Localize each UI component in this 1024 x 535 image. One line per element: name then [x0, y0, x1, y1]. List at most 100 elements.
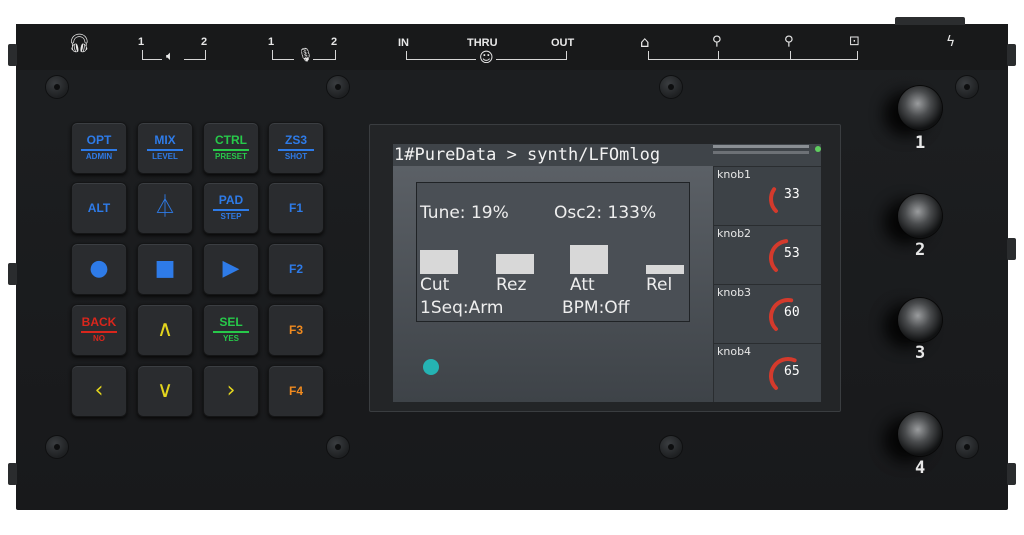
encoder-label-4: 4 — [915, 458, 926, 478]
f3-key[interactable]: F3 — [268, 304, 324, 356]
key-sublabel: ADMIN — [85, 152, 113, 161]
power-connector — [895, 17, 965, 25]
encoder-knob-3[interactable] — [880, 298, 942, 342]
knob-slot-name: knob4 — [717, 345, 752, 358]
seq-readout: 1Seq:Arm — [420, 298, 504, 318]
zs3-shot-key[interactable]: ZS3 SHOT — [268, 122, 324, 174]
up-key[interactable]: ∧ — [137, 304, 193, 356]
key-label: OPT — [86, 133, 112, 147]
encoder-label-3: 3 — [915, 343, 926, 363]
screw — [327, 76, 349, 98]
f4-key[interactable]: F4 — [268, 365, 324, 417]
mount-tab — [1007, 238, 1016, 260]
knob-slot-name: knob3 — [717, 286, 752, 299]
headphone-icon: 🎧︎ — [68, 33, 91, 54]
screw — [660, 436, 682, 458]
mount-tab — [8, 44, 17, 66]
record-key[interactable]: ● — [71, 243, 127, 295]
knob-slot-value: 60 — [784, 305, 800, 320]
knob-slot-name: knob2 — [717, 227, 752, 240]
screw — [46, 436, 68, 458]
mount-tab — [8, 263, 17, 285]
encoder-knob-2[interactable] — [880, 194, 942, 238]
midi-in-label: IN — [398, 37, 409, 49]
screen-title: 1#PureData > synth/LFOmlog — [394, 145, 661, 165]
key-label: PAD — [218, 193, 244, 207]
param-label-rez: Rez — [496, 275, 527, 295]
down-key[interactable]: ∨ — [137, 365, 193, 417]
usb-icon: ⚲ — [784, 34, 794, 49]
key-label: BACK — [81, 315, 117, 329]
screw — [46, 76, 68, 98]
key-sublabel: YES — [222, 334, 239, 343]
cpu-meter — [713, 145, 809, 148]
mic-port-1-label: 1 — [268, 36, 275, 48]
usb-icon: ⚲ — [712, 34, 722, 49]
key-label: F4 — [288, 383, 303, 398]
play-key[interactable]: ▶ — [203, 243, 259, 295]
screw — [956, 436, 978, 458]
knob-slot-1[interactable]: knob1 33 — [713, 166, 821, 225]
osc2-readout: Osc2: 133% — [554, 203, 657, 223]
power-icon: ϟ — [946, 34, 956, 50]
key-divider — [147, 149, 183, 151]
key-divider — [213, 209, 249, 211]
opt-admin-key[interactable]: OPT ADMIN — [71, 122, 127, 174]
knob-slot-2[interactable]: knob2 53 — [713, 225, 821, 284]
right-key[interactable]: › — [203, 365, 259, 417]
key-label: MIX — [154, 133, 176, 147]
param-bar-rel — [646, 265, 684, 274]
key-sublabel: SHOT — [284, 152, 308, 161]
screw — [956, 76, 978, 98]
alt-key[interactable]: ALT — [71, 182, 127, 234]
f1-key[interactable]: F1 — [268, 182, 324, 234]
screw — [327, 436, 349, 458]
pad-step-key[interactable]: PAD STEP — [203, 182, 259, 234]
key-label: CTRL — [215, 133, 247, 147]
stop-key[interactable]: ■ — [137, 243, 193, 295]
knob-slot-3[interactable]: knob3 60 — [713, 284, 821, 343]
knob-slot-value: 33 — [784, 187, 800, 202]
chevron-down-icon: ∨ — [156, 378, 174, 403]
chevron-up-icon: ∧ — [156, 317, 174, 342]
mount-tab — [8, 463, 17, 485]
key-sublabel: LEVEL — [152, 152, 178, 161]
mix-level-key[interactable]: MIX LEVEL — [137, 122, 193, 174]
play-icon: ▶ — [222, 256, 240, 281]
left-key[interactable]: ‹ — [71, 365, 127, 417]
param-bar-att — [570, 245, 608, 274]
f2-key[interactable]: F2 — [268, 243, 324, 295]
sel-yes-key[interactable]: SEL YES — [203, 304, 259, 356]
mount-tab — [1007, 463, 1016, 485]
metronome-icon: ⏃ — [153, 195, 176, 220]
ctrl-preset-key[interactable]: CTRL PRESET — [203, 122, 259, 174]
back-no-key[interactable]: BACK NO — [71, 304, 127, 356]
param-label-rel: Rel — [646, 275, 673, 295]
record-icon: ● — [89, 256, 109, 281]
metronome-key[interactable]: ⏃ — [137, 182, 193, 234]
knob-arc-path — [769, 187, 778, 214]
knob-slot-value: 65 — [784, 364, 800, 379]
param-label-cut: Cut — [420, 275, 450, 295]
encoder-knob-1[interactable] — [880, 86, 942, 130]
memory-meter — [713, 151, 809, 154]
ethernet-icon: ⌂ — [640, 33, 650, 51]
parameter-panel[interactable]: Tune: 19% Osc2: 133% Cut Rez Att Rel 1Se… — [416, 182, 690, 322]
knob-slot-name: knob1 — [717, 168, 752, 181]
encoder-label-2: 2 — [915, 240, 926, 260]
stop-icon: ■ — [154, 256, 176, 281]
param-label-att: Att — [570, 275, 595, 295]
key-label: SEL — [219, 315, 243, 329]
heartbeat-icon — [815, 146, 821, 152]
speaker-port-1-label: 1 — [138, 36, 145, 48]
screw — [660, 76, 682, 98]
screen-main-area[interactable]: Tune: 19% Osc2: 133% Cut Rez Att Rel 1Se… — [393, 166, 713, 402]
speaker-port-2-label: 2 — [201, 36, 208, 48]
key-sublabel: STEP — [220, 212, 242, 221]
encoder-knob-4[interactable] — [880, 412, 942, 456]
key-sublabel: NO — [93, 334, 105, 343]
knob-slot-4[interactable]: knob4 65 — [713, 343, 821, 402]
key-label: F3 — [288, 322, 303, 337]
knob-slot-value: 53 — [784, 246, 800, 261]
status-indicator — [423, 359, 439, 375]
